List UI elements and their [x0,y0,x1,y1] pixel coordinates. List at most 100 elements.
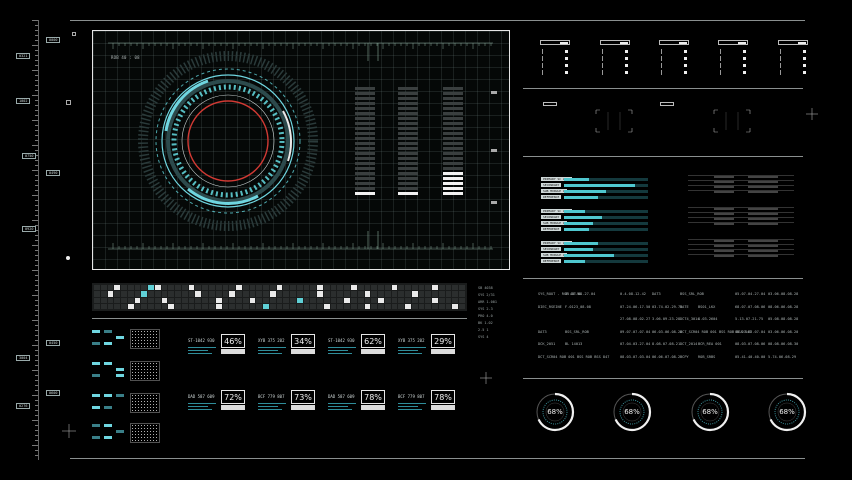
mini-panel[interactable] [92,360,160,382]
matrix-cell [405,285,411,291]
matrix-cell [364,291,371,297]
matrix-cell [344,285,351,291]
matrix-cell [236,303,242,309]
matrix-cell [208,303,215,309]
matrix-cell [94,297,100,303]
matrix-cell [317,303,323,309]
gauge-subtab[interactable] [361,349,385,354]
status-line: PRO 4.0 [478,314,493,318]
gauge-label: ST-1042 930 [328,338,355,343]
table-cell: 03.06.06.08.20 [768,329,799,334]
matrix-cell [121,297,127,303]
ruler-tick [35,455,38,456]
matrix-cell [425,303,432,309]
channel-box[interactable] [778,40,808,76]
matrix-cell [310,303,317,309]
ruler-tick [35,300,38,301]
bracket-frame-icon [713,109,751,133]
gauge-subtab[interactable] [221,405,245,410]
channel-box[interactable] [600,40,630,76]
table-cell: 08.03.07.08.06 [735,342,766,346]
mini-panel[interactable] [92,328,160,350]
channel-box[interactable] [540,40,570,76]
status-line: BK 1.02 [478,321,493,325]
gauge-label: XYB 375 202 [398,338,425,343]
ruler-tick [35,240,38,241]
gauge-subtab[interactable] [291,405,315,410]
gauge-bars [398,347,426,356]
gauge-subtab[interactable] [431,349,455,354]
bar-segment [443,102,463,105]
bar-segment [398,177,418,180]
ruler-tick [35,405,38,406]
bar-segment [398,112,418,115]
table-cell: 03.74.02.29.75 [652,304,683,309]
ruler-tick [32,145,38,146]
ruler-tick [35,315,38,316]
matrix-cell [249,291,256,297]
matrix-cell [452,303,459,309]
ruler-tick [32,120,38,121]
matrix-cell [432,303,438,309]
ruler-tick [35,265,38,266]
ruler-tick [35,90,38,91]
hbar-fill [564,247,594,251]
matrix-cell [405,303,411,309]
table-cell: DIEC_RSEINE [538,304,562,309]
bar-segment [355,127,375,130]
ruler-tick [32,45,38,46]
matrix-cell [432,297,438,303]
matrix-cell [161,297,168,303]
small-tab[interactable] [660,102,674,106]
matrix-cell [168,285,175,291]
table-cell: DCT_2014 [680,342,698,346]
matrix-cell [222,303,229,309]
matrix-cell [418,285,425,291]
matrix-cell [161,285,168,291]
matrix-cell [202,285,208,291]
matrix-cell [154,291,161,297]
bar-segment [443,137,463,140]
mini-panel[interactable] [92,422,160,444]
bar-segment [355,162,375,165]
table-cell: 07.04.03.27.04 [620,342,651,346]
matrix-cell [445,291,452,297]
gauge-subtab[interactable] [221,349,245,354]
matrix-cell [263,285,269,291]
matrix-cell [249,303,256,309]
gauge-subtab[interactable] [361,405,385,410]
ruler-tick [35,255,38,256]
matrix-cell [202,291,208,297]
table-cell: DCT4_3014 [680,317,700,321]
table-cell: DAT3 [538,329,547,334]
matrix-cell [337,291,344,297]
matrix-cell [154,297,161,303]
ruler-tick [35,415,38,416]
matrix-cell [242,291,249,297]
matrix-cell [445,297,452,303]
channel-box[interactable] [718,40,748,76]
matrix-cell [425,297,432,303]
matrix-cell [432,291,438,297]
matrix-cell [378,303,384,309]
bar-segment [355,187,375,190]
main-viewport[interactable]: ROB 40 : 08 [92,30,510,270]
bar-segment [398,137,418,140]
channel-box[interactable] [659,40,689,76]
small-tab[interactable] [543,102,557,106]
bar-segment [443,112,463,115]
gauge-subtab[interactable] [431,405,455,410]
matrix-cell [256,285,263,291]
status-line: SYS 2.3 [478,307,493,311]
gauge-value: 34% [291,334,315,348]
table-cell: BS01_LKX [698,304,716,309]
ruler-tick [35,215,38,216]
bar-segment [355,117,375,120]
ruler-tag: 0490 [46,170,61,176]
matrix-cell [364,297,371,303]
matrix-cell [303,303,310,309]
ruler-tick [35,85,38,86]
mini-panel[interactable] [92,392,160,414]
gauge-subtab[interactable] [291,349,315,354]
ruler-tick [35,350,38,351]
